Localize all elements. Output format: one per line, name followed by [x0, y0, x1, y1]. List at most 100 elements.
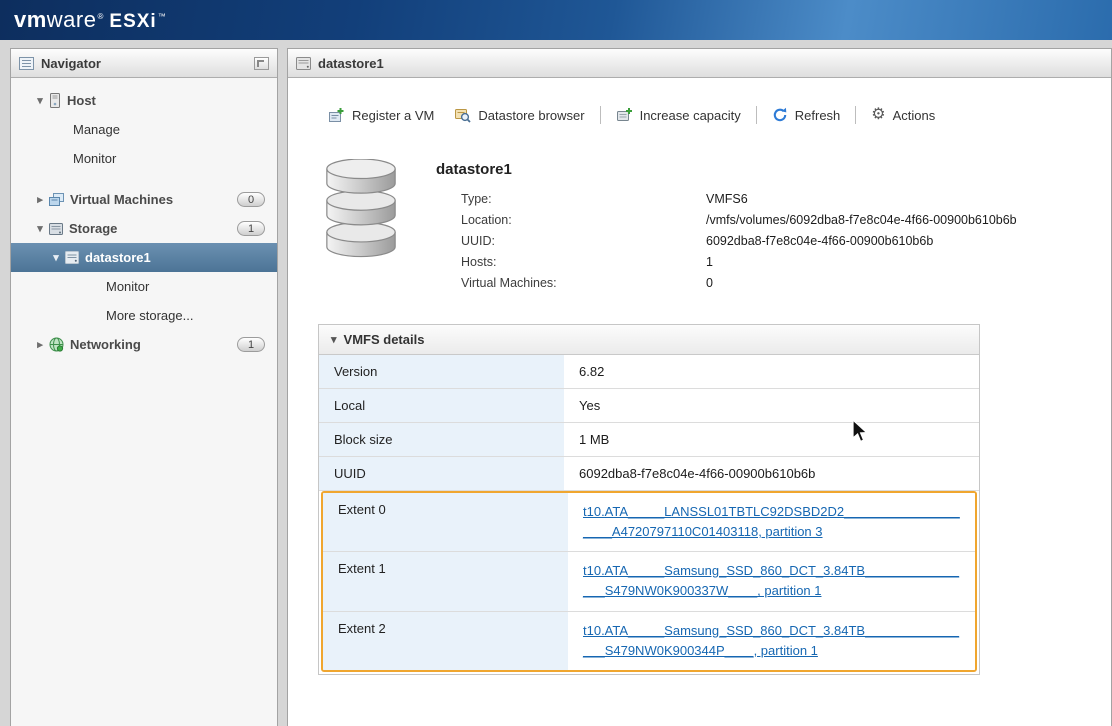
sidebar-item-virtual-machines[interactable]: ▸ Virtual Machines 0 [11, 185, 277, 214]
row-value: 6092dba8-f7e8c04e-4f66-00900b610b6b [564, 457, 979, 490]
prop-label-type: Type: [461, 192, 706, 206]
toolbar-label: Register a VM [352, 108, 434, 123]
extent-highlight-box: Extent 0 t10.ATA_____LANSSL01TBTLC92DSBD… [321, 491, 977, 672]
table-row-extent-2: Extent 2 t10.ATA_____Samsung_SSD_860_DCT… [323, 612, 975, 670]
navigator-icon [19, 57, 34, 70]
sidebar-item-monitor[interactable]: Monitor [11, 144, 277, 173]
prop-label-vms: Virtual Machines: [461, 276, 706, 290]
datastore-title: datastore1 [436, 161, 1017, 178]
datastore-icon [65, 251, 79, 264]
networking-count-badge: 1 [237, 337, 265, 352]
datastore-summary: datastore1 Type: VMFS6 Location: /vmfs/v… [318, 159, 1111, 290]
sidebar-item-label: Networking [70, 337, 141, 352]
toolbar-label: Datastore browser [478, 108, 584, 123]
vm-count-badge: 0 [237, 192, 265, 207]
tree-spacer [11, 173, 277, 185]
vmfs-details-title: VMFS details [344, 332, 425, 347]
database-icon [318, 159, 404, 290]
table-row-version: Version 6.82 [319, 355, 979, 389]
trademark: ™ [158, 12, 166, 21]
sidebar-item-host[interactable]: ▾ Host [11, 86, 277, 115]
brand-vm: vm [14, 7, 47, 33]
sidebar-item-manage[interactable]: Manage [11, 115, 277, 144]
twisty-open-icon[interactable]: ▾ [33, 222, 47, 235]
toolbar: Register a VM Datastore browser Increase… [318, 103, 1111, 127]
prop-value-location: /vmfs/volumes/6092dba8-f7e8c04e-4f66-009… [706, 213, 1017, 227]
twisty-open-icon[interactable]: ▾ [331, 333, 337, 346]
datastore-browser-button[interactable]: Datastore browser [444, 103, 594, 127]
actions-button[interactable]: ⚙ Actions [861, 103, 945, 127]
prop-label-uuid: UUID: [461, 234, 706, 248]
host-icon [49, 93, 61, 108]
twisty-closed-icon[interactable]: ▸ [33, 193, 47, 206]
vmfs-details-section: ▾ VMFS details Version 6.82 Local Yes Bl… [318, 324, 980, 675]
prop-value-uuid: 6092dba8-f7e8c04e-4f66-00900b610b6b [706, 234, 1017, 248]
row-label: Extent 2 [323, 612, 568, 670]
summary-text: datastore1 Type: VMFS6 Location: /vmfs/v… [436, 159, 1017, 290]
row-value: Yes [564, 389, 979, 422]
networking-icon [49, 337, 64, 352]
prop-label-location: Location: [461, 213, 706, 227]
sidebar-item-networking[interactable]: ▸ Networking 1 [11, 330, 277, 359]
registered-mark: ® [97, 12, 103, 21]
property-grid: Type: VMFS6 Location: /vmfs/volumes/6092… [461, 192, 1017, 290]
sidebar-item-label: Manage [73, 122, 120, 137]
prop-value-vms: 0 [706, 276, 1017, 290]
sidebar-item-label: Monitor [106, 279, 149, 294]
workspace: Navigator ▾ Host Manage Monitor ▸ [0, 40, 1112, 726]
row-value: 1 MB [564, 423, 979, 456]
vmfs-details-header[interactable]: ▾ VMFS details [319, 325, 979, 355]
navigator-title: Navigator [41, 56, 101, 71]
top-banner: vmware® ESXi™ [0, 0, 1112, 40]
datastore-panel: datastore1 Register a VM Datastore brows… [287, 48, 1112, 726]
collapse-navigator-button[interactable] [254, 57, 269, 70]
extent-2-link[interactable]: t10.ATA_____Samsung_SSD_860_DCT_3.84TB__… [583, 623, 959, 658]
navigator-header: Navigator [11, 49, 277, 78]
sidebar-item-datastore1[interactable]: ▾ datastore1 [11, 243, 277, 272]
toolbar-separator [855, 106, 856, 124]
row-label: Version [319, 355, 564, 388]
brand-ware: ware [47, 7, 97, 33]
row-label: Local [319, 389, 564, 422]
refresh-button[interactable]: Refresh [762, 103, 851, 127]
increase-capacity-button[interactable]: Increase capacity [606, 103, 751, 127]
row-label: UUID [319, 457, 564, 490]
twisty-closed-icon[interactable]: ▸ [33, 338, 47, 351]
toolbar-label: Increase capacity [640, 108, 741, 123]
datastore-window-header: datastore1 [288, 49, 1111, 78]
toolbar-separator [756, 106, 757, 124]
twisty-open-icon[interactable]: ▾ [49, 251, 63, 264]
table-row-extent-1: Extent 1 t10.ATA_____Samsung_SSD_860_DCT… [323, 552, 975, 611]
sidebar-item-storage[interactable]: ▾ Storage 1 [11, 214, 277, 243]
increase-capacity-icon [616, 107, 633, 123]
twisty-open-icon[interactable]: ▾ [33, 94, 47, 107]
toolbar-separator [600, 106, 601, 124]
toolbar-label: Refresh [795, 108, 841, 123]
sidebar-item-more-storage[interactable]: More storage... [11, 301, 277, 330]
table-row-extent-0: Extent 0 t10.ATA_____LANSSL01TBTLC92DSBD… [323, 493, 975, 552]
row-value: 6.82 [564, 355, 979, 388]
window-title: datastore1 [318, 56, 384, 71]
datastore-window-icon [296, 57, 311, 70]
sidebar-item-label: More storage... [106, 308, 193, 323]
register-vm-icon [328, 107, 345, 123]
brand-esxi: ESXi [109, 11, 156, 33]
prop-value-type: VMFS6 [706, 192, 1017, 206]
sidebar-item-label: Storage [69, 221, 117, 236]
navigator-tree: ▾ Host Manage Monitor ▸ Virtual Machines… [11, 78, 277, 359]
row-label: Block size [319, 423, 564, 456]
storage-count-badge: 1 [237, 221, 265, 236]
navigator-panel: Navigator ▾ Host Manage Monitor ▸ [10, 48, 278, 726]
row-label: Extent 1 [323, 552, 568, 610]
sidebar-item-label: datastore1 [85, 250, 151, 265]
sidebar-item-label: Host [67, 93, 96, 108]
datastore-browser-icon [454, 107, 471, 123]
sidebar-item-label: Virtual Machines [70, 192, 173, 207]
sidebar-item-datastore-monitor[interactable]: Monitor [11, 272, 277, 301]
prop-value-hosts: 1 [706, 255, 1017, 269]
datastore-content: Register a VM Datastore browser Increase… [288, 78, 1111, 726]
register-vm-button[interactable]: Register a VM [318, 103, 444, 127]
storage-icon [49, 222, 63, 236]
extent-1-link[interactable]: t10.ATA_____Samsung_SSD_860_DCT_3.84TB__… [583, 563, 959, 598]
extent-0-link[interactable]: t10.ATA_____LANSSL01TBTLC92DSBD2D2______… [583, 504, 960, 539]
